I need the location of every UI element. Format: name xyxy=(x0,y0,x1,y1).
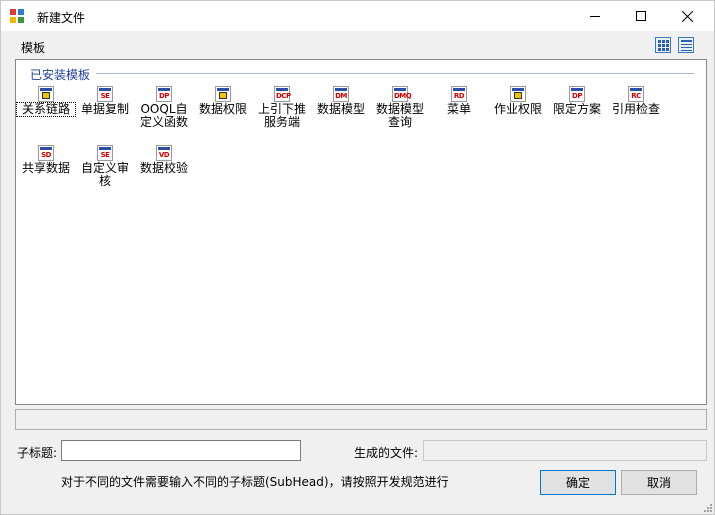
template-list[interactable]: 已安装模板 关系链路 SE 单据复制 DP OOQL自定义函数 数据权限 DCP 上引下推服务… xyxy=(15,59,707,405)
template-item-label: 单据复制 xyxy=(80,102,129,116)
template-item[interactable]: DMQ 数据模型查询 xyxy=(371,86,429,129)
template-label: 模板 xyxy=(21,41,46,55)
status-bar xyxy=(15,409,707,430)
shared-data-icon: SD xyxy=(38,145,54,161)
template-item[interactable]: RD 菜单 xyxy=(430,86,488,116)
group-header-installed: 已安装模板 xyxy=(30,68,91,82)
close-button[interactable] xyxy=(664,1,710,31)
template-item-label: 数据模型查询 xyxy=(375,102,424,129)
template-item[interactable]: DP OOQL自定义函数 xyxy=(135,86,193,129)
template-item-label: 数据权限 xyxy=(198,102,247,116)
template-item-label: OOQL自定义函数 xyxy=(139,102,188,129)
template-item[interactable]: DP 限定方案 xyxy=(548,86,606,116)
restriction-scheme-icon: DP xyxy=(569,86,585,102)
generated-file-label: 生成的文件: xyxy=(354,446,419,460)
window-title: 新建文件 xyxy=(37,11,86,25)
close-icon xyxy=(681,10,693,22)
template-item[interactable]: SD 共享数据 xyxy=(17,145,75,175)
cancel-button[interactable]: 取消 xyxy=(621,470,697,495)
data-validation-icon: VD xyxy=(156,145,172,161)
template-item-label: 作业权限 xyxy=(493,102,542,116)
template-item-label: 关系链路 xyxy=(16,102,76,117)
template-item[interactable]: 作业权限 xyxy=(489,86,547,116)
resize-grip-icon[interactable] xyxy=(701,501,713,513)
job-permission-icon xyxy=(510,86,526,102)
template-item[interactable]: SE 单据复制 xyxy=(76,86,134,116)
template-item-label: 数据校验 xyxy=(139,161,188,175)
template-item-label: 共享数据 xyxy=(21,161,70,175)
template-item-label: 限定方案 xyxy=(552,102,601,116)
new-file-dialog: 新建文件 模板 已安装模板 关系链路 SE 单据复制 DP OOQL自定义函数 … xyxy=(0,0,715,515)
template-item[interactable]: 数据权限 xyxy=(194,86,252,116)
template-item-label: 菜单 xyxy=(446,102,471,116)
maximize-button[interactable] xyxy=(618,1,664,31)
details-view-button[interactable] xyxy=(678,37,694,53)
relation-link-icon xyxy=(38,86,54,102)
bill-copy-icon: SE xyxy=(97,86,113,102)
grid-view-icon xyxy=(658,40,669,51)
app-icon xyxy=(10,9,24,23)
view-switcher xyxy=(655,37,697,53)
title-bar: 新建文件 xyxy=(1,1,714,31)
ooql-function-icon: DP xyxy=(156,86,172,102)
group-divider xyxy=(96,73,694,74)
push-pull-service-icon: DCP xyxy=(274,86,291,102)
template-item-label: 引用检查 xyxy=(611,102,660,116)
maximize-icon xyxy=(636,11,646,21)
minimize-icon xyxy=(590,16,600,17)
template-item[interactable]: VD 数据校验 xyxy=(135,145,193,175)
subtitle-label: 子标题: xyxy=(17,446,58,460)
template-item[interactable]: DM 数据模型 xyxy=(312,86,370,116)
subtitle-input[interactable] xyxy=(61,440,301,461)
custom-audit-icon: SE xyxy=(97,145,113,161)
ok-button[interactable]: 确定 xyxy=(540,470,616,495)
minimize-button[interactable] xyxy=(572,1,618,31)
template-item-label: 自定义审核 xyxy=(80,161,129,188)
template-item[interactable]: SE 自定义审核 xyxy=(76,145,134,188)
data-model-icon: DM xyxy=(333,86,349,102)
template-item[interactable]: 关系链路 xyxy=(16,86,76,117)
template-item-label: 数据模型 xyxy=(316,102,365,116)
template-item[interactable]: RC 引用检查 xyxy=(607,86,665,116)
generated-file-field xyxy=(423,440,707,461)
large-icons-view-button[interactable] xyxy=(655,37,671,53)
template-item-label: 上引下推服务端 xyxy=(257,102,306,129)
menu-icon: RD xyxy=(451,86,467,102)
template-item[interactable]: DCP 上引下推服务端 xyxy=(253,86,311,129)
reference-check-icon: RC xyxy=(628,86,644,102)
data-permission-icon xyxy=(215,86,231,102)
list-view-icon xyxy=(681,40,692,51)
data-model-query-icon: DMQ xyxy=(392,86,412,102)
hint-text: 对于不同的文件需要输入不同的子标题(SubHead)，请按照开发规范进行 xyxy=(61,475,449,489)
